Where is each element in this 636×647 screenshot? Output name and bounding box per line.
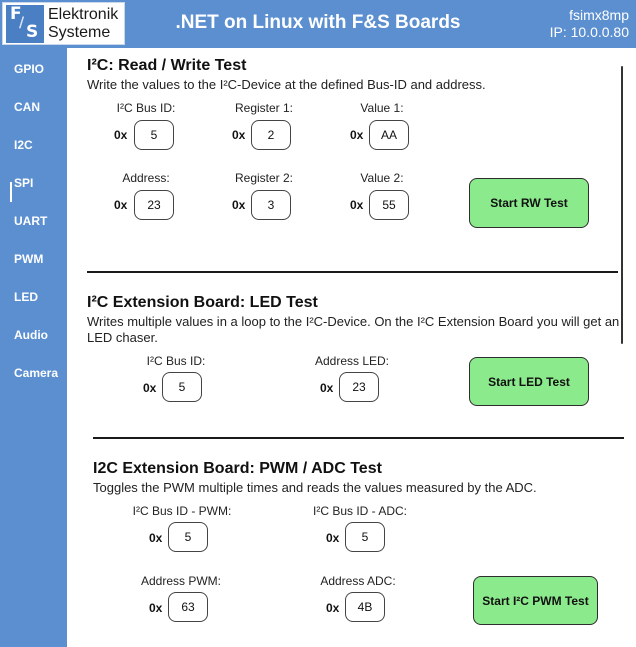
rw-value1-prefix: 0x: [350, 128, 364, 142]
rw-bus-id-prefix: 0x: [114, 128, 128, 142]
pwm-test-title: I2C Extension Board: PWM / ADC Test: [93, 460, 382, 477]
sidebar-item-uart[interactable]: UART: [14, 214, 47, 228]
rw-value2-prefix: 0x: [350, 198, 364, 212]
adc-bus-id-input[interactable]: 5: [345, 522, 385, 552]
rw-value1-label: Value 1:: [360, 101, 404, 115]
sidebar-item-led[interactable]: LED: [14, 290, 38, 304]
adc-address-label: Address ADC:: [320, 574, 396, 588]
sidebar-item-can[interactable]: CAN: [14, 100, 40, 114]
sidebar-item-pwm[interactable]: PWM: [14, 252, 43, 266]
rw-bus-id-input[interactable]: 5: [134, 120, 174, 150]
active-nav-indicator: [10, 182, 12, 202]
rw-register2-input[interactable]: 3: [251, 190, 291, 220]
led-test-title: I²C Extension Board: LED Test: [87, 294, 318, 311]
device-info: fsimx8mp IP: 10.0.0.80: [550, 7, 629, 40]
adc-address-prefix: 0x: [326, 601, 340, 615]
sidebar-item-i2c[interactable]: I2C: [14, 138, 33, 152]
adc-bus-id-prefix: 0x: [326, 531, 340, 545]
rw-value1-input[interactable]: AA: [369, 120, 409, 150]
pwm-address-label: Address PWM:: [140, 574, 221, 588]
start-i2c-pwm-test-button[interactable]: Start I²C PWM Test: [473, 576, 598, 625]
pwm-bus-id-label: I²C Bus ID - PWM:: [132, 504, 232, 518]
device-ip: IP: 10.0.0.80: [549, 24, 629, 40]
pwm-test-description: Toggles the PWM multiple times and reads…: [93, 480, 537, 495]
led-address-label: Address LED:: [314, 354, 390, 368]
rw-register1-input[interactable]: 2: [251, 120, 291, 150]
app-header: F / S Elektronik Systeme .NET on Linux wit…: [0, 0, 636, 48]
rw-address-label: Address:: [122, 171, 170, 185]
led-test-description: Writes multiple values in a loop to the …: [87, 314, 620, 345]
pwm-bus-id-input[interactable]: 5: [168, 522, 208, 552]
sidebar-item-camera[interactable]: Camera: [14, 366, 58, 380]
rw-register2-label: Register 2:: [234, 171, 294, 185]
led-address-prefix: 0x: [320, 381, 334, 395]
pwm-address-input[interactable]: 63: [168, 592, 208, 622]
section-divider-1: [87, 271, 618, 273]
pwm-address-prefix: 0x: [149, 601, 163, 615]
rw-test-title: I²C: Read / Write Test: [87, 57, 247, 74]
rw-register1-prefix: 0x: [232, 128, 246, 142]
section-divider-2: [93, 437, 624, 439]
sidebar: GPIO CAN I2C SPI UART PWM LED Audio Came…: [0, 48, 67, 647]
led-address-input[interactable]: 23: [339, 372, 379, 402]
rw-address-input[interactable]: 23: [134, 190, 174, 220]
sidebar-item-spi[interactable]: SPI: [14, 176, 33, 190]
rw-register1-label: Register 1:: [234, 101, 294, 115]
start-rw-test-button[interactable]: Start RW Test: [469, 178, 589, 228]
rw-value2-input[interactable]: 55: [369, 190, 409, 220]
device-name: fsimx8mp: [569, 7, 629, 23]
rw-address-prefix: 0x: [114, 198, 128, 212]
rw-value2-label: Value 2:: [360, 171, 404, 185]
sidebar-item-gpio[interactable]: GPIO: [14, 62, 44, 76]
led-bus-id-label: I²C Bus ID:: [146, 354, 206, 368]
led-bus-id-prefix: 0x: [143, 381, 157, 395]
pwm-bus-id-prefix: 0x: [149, 531, 163, 545]
scrollbar[interactable]: [621, 66, 623, 344]
rw-bus-id-label: I²C Bus ID:: [116, 101, 176, 115]
start-led-test-button[interactable]: Start LED Test: [469, 357, 589, 406]
sidebar-item-audio[interactable]: Audio: [14, 328, 48, 342]
adc-address-input[interactable]: 4B: [345, 592, 385, 622]
rw-test-description: Write the values to the I²C-Device at th…: [87, 77, 486, 92]
rw-register2-prefix: 0x: [232, 198, 246, 212]
led-bus-id-input[interactable]: 5: [162, 372, 202, 402]
app-title: .NET on Linux with F&S Boards: [175, 12, 461, 33]
main-content: I²C: Read / Write Test Write the values …: [67, 48, 636, 647]
adc-bus-id-label: I²C Bus ID - ADC:: [312, 504, 407, 518]
